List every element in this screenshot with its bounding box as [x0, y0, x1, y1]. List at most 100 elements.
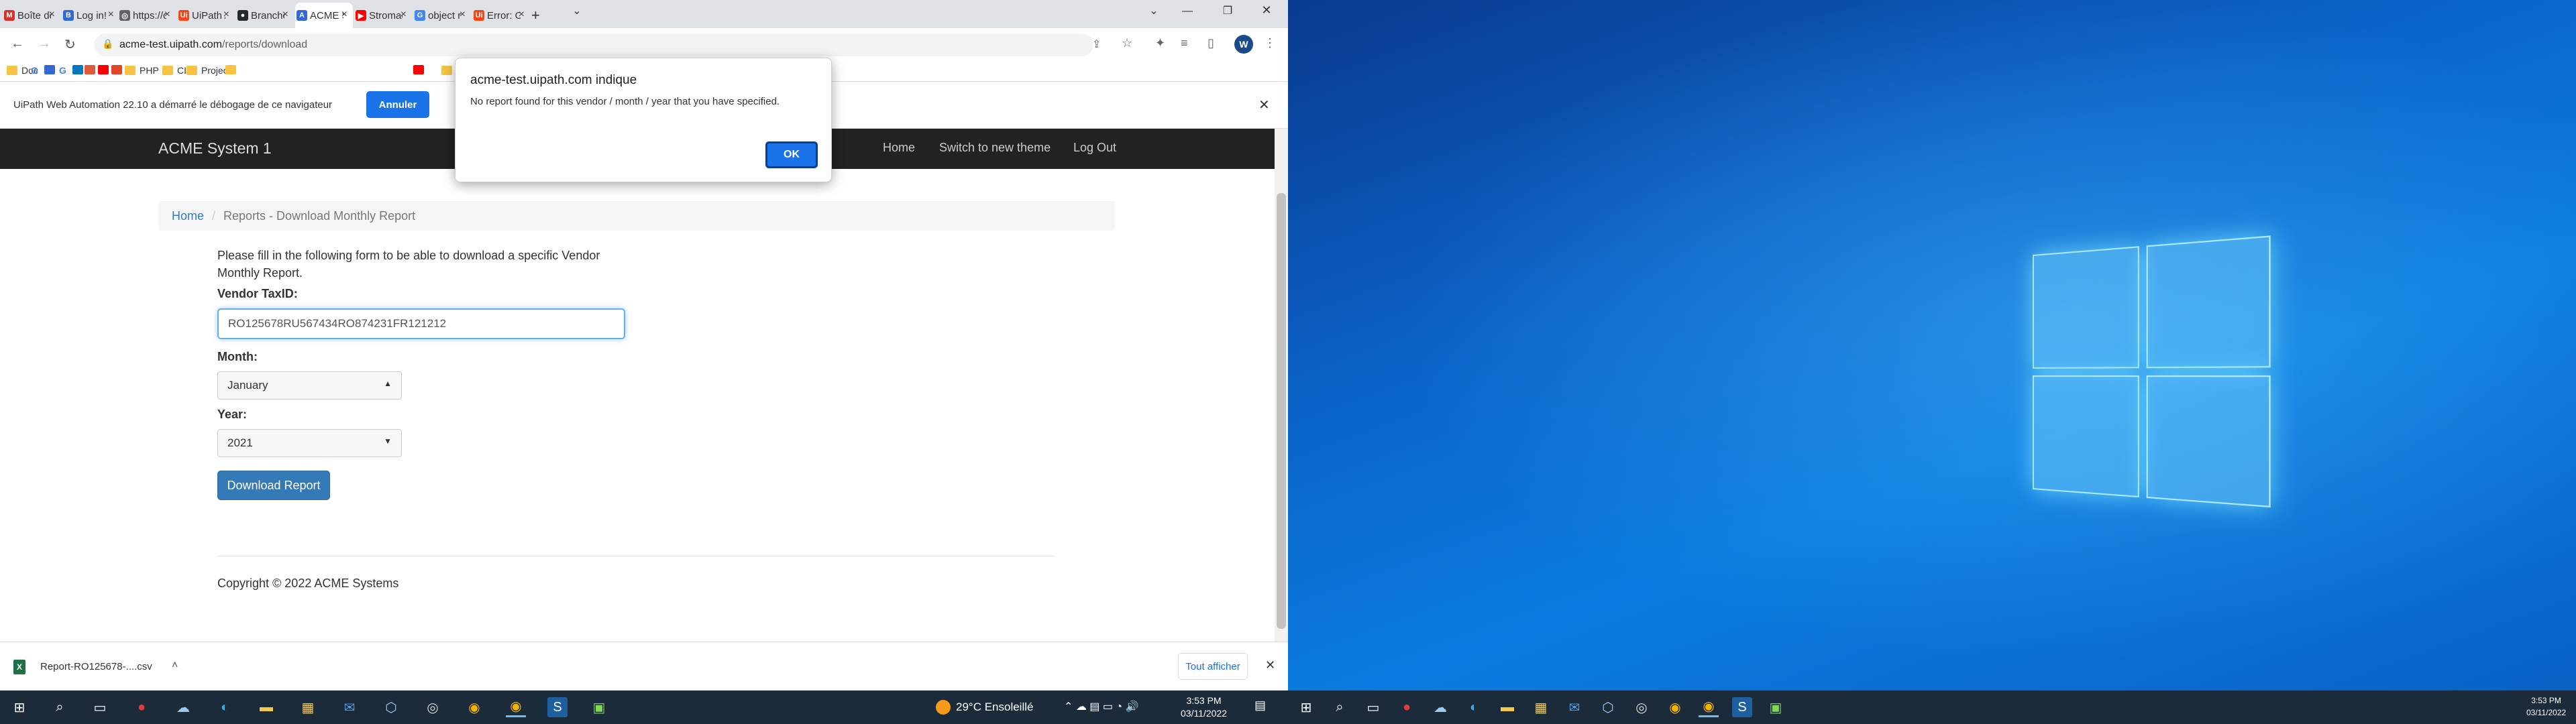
uipath-assistant-icon[interactable]: ▣ [589, 697, 609, 717]
tab-2[interactable]: B Log in! × [62, 3, 119, 28]
app-icon-cloud[interactable]: ☁ [1430, 697, 1450, 717]
mail-icon[interactable]: ✉ [1564, 697, 1585, 717]
task-view-icon[interactable]: ▭ [90, 697, 110, 717]
breadcrumb-home[interactable]: Home [172, 209, 204, 223]
download-filename[interactable]: Report-RO125678-....csv [40, 661, 152, 672]
tab-5[interactable]: ●Branches · wa× [236, 3, 294, 28]
weather-widget[interactable]: 29°C Ensoleillé [936, 700, 1033, 715]
file-explorer-icon[interactable]: ▬ [256, 697, 276, 717]
bookmark-item[interactable] [85, 65, 95, 74]
shelf-close-icon[interactable]: ✕ [1265, 658, 1275, 672]
chrome-alt-icon[interactable]: ◎ [423, 697, 443, 717]
close-tab-icon[interactable]: × [164, 9, 170, 21]
edge-icon[interactable]: ◐ [1464, 697, 1484, 717]
tray-icons[interactable]: ⌃ ☁ ▤ ▭ ◔ 🔊 [1064, 700, 1138, 713]
vendor-taxid-input[interactable] [217, 308, 625, 339]
close-tab-icon[interactable]: × [282, 9, 288, 21]
tab-9[interactable]: UiError: Object r× [472, 3, 530, 28]
tab-7[interactable]: ▶Stromae - Alo× [354, 3, 412, 28]
uipath-studio-icon[interactable]: S [1732, 697, 1752, 717]
avatar[interactable]: W [1234, 35, 1253, 54]
chrome-active-icon[interactable]: ◉ [506, 697, 526, 717]
mail-icon[interactable]: ✉ [339, 697, 360, 717]
site-brand[interactable]: ACME System 1 [158, 139, 272, 158]
bookmark-item[interactable]: G [59, 65, 70, 76]
bookmark-item[interactable] [225, 65, 236, 74]
file-explorer-icon[interactable]: ▬ [1497, 697, 1517, 717]
close-tab-icon[interactable]: × [223, 9, 229, 21]
chevron-up-icon[interactable]: ˄ [172, 660, 178, 672]
bookmark-item[interactable]: CI [162, 65, 186, 76]
close-tab-icon[interactable]: × [49, 9, 55, 21]
bookmark-item[interactable] [413, 65, 424, 74]
bookmark-item[interactable] [111, 65, 122, 74]
tab-8[interactable]: Gobject referen× [413, 3, 471, 28]
app-cube-icon[interactable]: ⬡ [381, 697, 401, 717]
app-icon-red[interactable]: ● [131, 697, 152, 717]
close-tab-icon[interactable]: × [108, 9, 114, 21]
tab-3[interactable]: ◎https://dev-ro× [118, 3, 176, 28]
reading-list-icon[interactable]: ≡ [1181, 36, 1188, 50]
side-panel-icon[interactable]: ▯ [1208, 36, 1214, 50]
search-icon[interactable]: ⌕ [1330, 697, 1350, 717]
address-bar[interactable]: 🔒 acme-test.uipath.com/reports/download … [94, 34, 1101, 56]
nav-logout[interactable]: Log Out [1073, 141, 1116, 155]
uipath-assistant-icon[interactable]: ▣ [1766, 697, 1786, 717]
tab-1[interactable]: MBoîte de récep× [3, 3, 60, 28]
show-all-downloads-button[interactable]: Tout afficher [1178, 653, 1248, 680]
chrome-active-icon[interactable]: ◉ [1699, 697, 1719, 717]
bookmark-item[interactable]: G [31, 65, 42, 76]
bookmark-item[interactable]: Project [186, 65, 231, 76]
chrome-icon[interactable]: ◉ [464, 697, 484, 717]
close-tab-icon[interactable]: × [341, 9, 347, 21]
chrome-icon[interactable]: ◉ [1665, 697, 1685, 717]
bookmark-item[interactable]: PHP [125, 65, 159, 76]
reload-icon[interactable]: ↻ [64, 36, 76, 53]
bookmark-star-icon[interactable]: ☆ [1122, 36, 1132, 50]
infobar-close-icon[interactable]: ✕ [1258, 97, 1270, 113]
bookmark-item[interactable] [98, 65, 109, 74]
bookmark-item[interactable] [44, 65, 55, 74]
uipath-studio-icon[interactable]: S [547, 697, 568, 717]
year-select[interactable]: 2021 ▼ [217, 429, 402, 457]
app-icon-red[interactable]: ● [1397, 697, 1417, 717]
close-tab-icon[interactable]: × [519, 9, 525, 21]
task-view-icon[interactable]: ▭ [1363, 697, 1383, 717]
restore-button[interactable]: ❐ [1214, 4, 1241, 17]
clock[interactable]: 3:53 PM 03/11/2022 [2526, 695, 2566, 719]
store-icon[interactable]: ▦ [298, 697, 318, 717]
new-tab-button[interactable]: + [531, 3, 551, 28]
close-tab-icon[interactable]: × [400, 9, 407, 21]
search-icon[interactable]: ⌕ [50, 697, 70, 717]
extensions-icon[interactable]: ✦ [1155, 36, 1165, 50]
alert-ok-button[interactable]: OK [765, 141, 818, 168]
store-icon[interactable]: ▦ [1531, 697, 1551, 717]
nav-home[interactable]: Home [883, 141, 915, 155]
forward-icon[interactable]: → [38, 36, 51, 52]
close-window-button[interactable]: ✕ [1253, 3, 1280, 17]
bookmark-item[interactable] [72, 65, 83, 74]
tab-4[interactable]: UiUiPath Academ× [177, 3, 235, 28]
chrome-alt-icon[interactable]: ◎ [1631, 697, 1652, 717]
nav-switch-theme[interactable]: Switch to new theme [939, 141, 1051, 155]
tab-search-icon[interactable]: ⌄ [564, 4, 590, 17]
minimize-button[interactable]: — [1174, 5, 1201, 17]
tab-6[interactable]: AACME System× [295, 3, 353, 28]
windows-start-icon[interactable]: ⊞ [9, 697, 30, 717]
scrollbar-thumb[interactable] [1277, 193, 1286, 629]
menu-icon[interactable]: ⋮ [1264, 36, 1276, 50]
clock[interactable]: 3:53 PM 03/11/2022 [1181, 695, 1227, 720]
month-select[interactable]: January ▲ [217, 371, 402, 400]
cancel-debug-button[interactable]: Annuler [366, 91, 429, 118]
app-icon-cloud[interactable]: ☁ [173, 697, 193, 717]
close-tab-icon[interactable]: × [460, 9, 466, 21]
app-cube-icon[interactable]: ⬡ [1598, 697, 1618, 717]
edge-icon[interactable]: ◐ [215, 697, 235, 717]
windows-start-icon[interactable]: ⊞ [1296, 697, 1316, 717]
notification-icon[interactable]: ▤ [1254, 699, 1266, 713]
page-scrollbar[interactable] [1275, 129, 1288, 642]
download-report-button[interactable]: Download Report [217, 471, 330, 500]
tab-search-icon[interactable]: ⌄ [1140, 4, 1167, 17]
share-icon[interactable]: ⇪ [1092, 38, 1101, 51]
back-icon[interactable]: ← [11, 36, 24, 52]
